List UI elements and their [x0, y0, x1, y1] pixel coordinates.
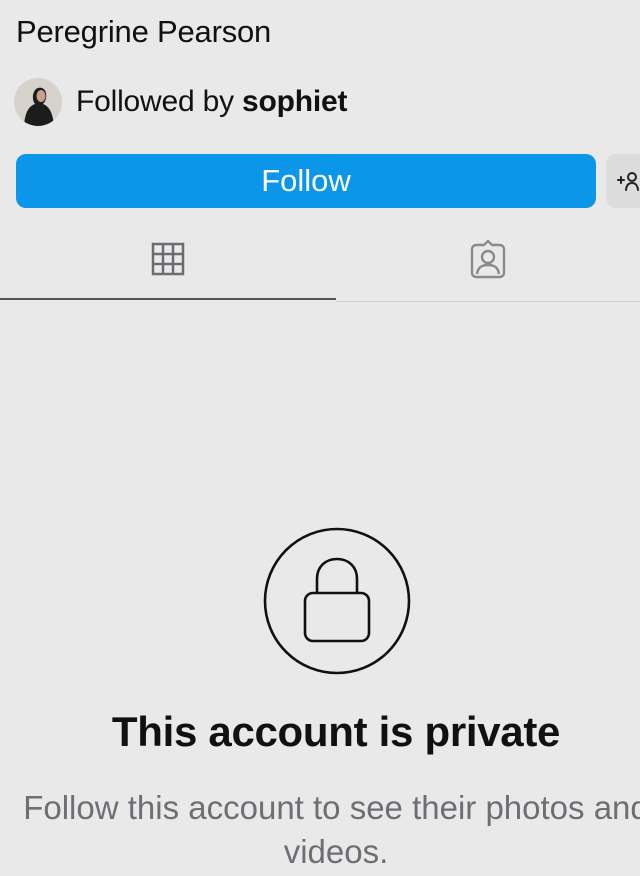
private-account-title: This account is private	[111, 708, 561, 755]
follow-button-label: Follow	[261, 163, 351, 198]
follow-button[interactable]: Follow	[16, 154, 596, 208]
profile-name: Peregrine Pearson	[16, 14, 272, 49]
tabs-divider	[336, 301, 640, 302]
add-person-icon	[616, 170, 640, 192]
profile-tabs	[0, 220, 640, 302]
followed-by-text[interactable]: Followed by sophiet	[76, 78, 348, 126]
followed-by-prefix: Followed by	[76, 85, 234, 118]
lock-icon	[263, 527, 411, 675]
tab-posts-grid[interactable]	[0, 220, 336, 302]
selected-tab-indicator	[0, 298, 336, 300]
followed-by-row[interactable]: Followed by sophiet	[14, 78, 348, 126]
followed-by-username[interactable]: sophiet	[242, 85, 347, 118]
private-account-subtitle: Follow this account to see their photos …	[23, 789, 640, 870]
tab-tagged[interactable]	[336, 220, 640, 302]
grid-icon	[150, 241, 186, 282]
follower-avatar[interactable]	[14, 78, 62, 126]
tagged-person-icon	[468, 239, 508, 284]
suggested-accounts-button[interactable]	[606, 154, 640, 208]
